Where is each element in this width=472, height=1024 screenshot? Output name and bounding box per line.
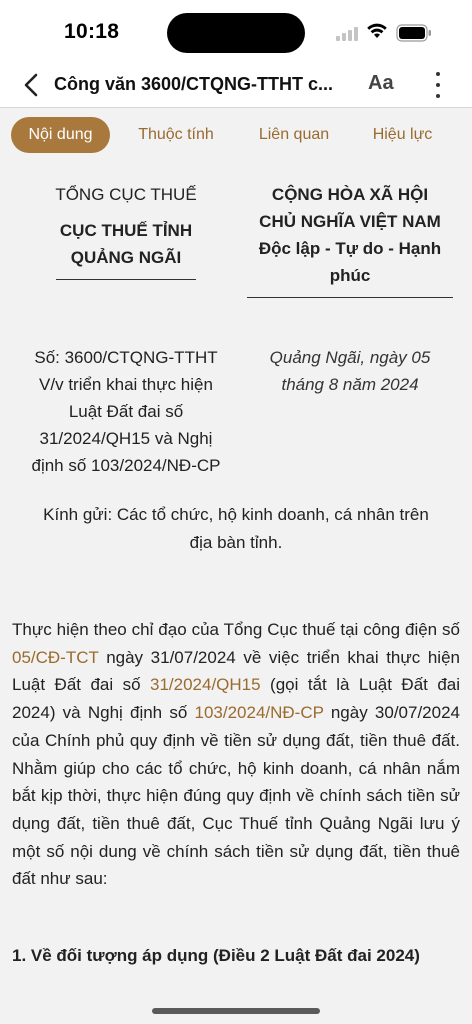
reference-subject-4: định số 103/2024/NĐ-CP [31,456,221,475]
chevron-left-icon [24,73,38,97]
reference-subject-3: 31/2024/QH15 và Nghị [39,429,213,448]
font-size-button[interactable]: Aa [368,72,394,95]
reference-number: Số: 3600/CTQNG-TTHT [34,348,218,367]
motto-line1: Độc lập - Tự do - Hạnh [258,239,442,258]
issuer-name-line1: CỤC THUẾ TỈNH [59,221,193,240]
body-text-4: ngày 30/07/2024 của Chính phủ quy định v… [12,703,461,889]
nation-line2: CHỦ NGHĨA VIỆT NAM [259,212,441,231]
issuer-name-line2: QUẢNG NGÃI [70,248,182,267]
cellular-signal-icon [336,27,358,41]
tab-thuoc-tinh[interactable]: Thuộc tính [126,117,226,153]
status-time: 10:18 [64,20,120,43]
link-luat-dat-dai[interactable]: 31/2024/QH15 [150,675,261,694]
issuer-parent: TỔNG CỤC THUẾ [55,185,197,204]
reference-subject-1: V/v triển khai thực hiện [39,375,213,394]
tab-hieu-luc[interactable]: Hiệu lực [360,117,445,153]
section-1-heading: 1. Về đối tượng áp dụng (Điều 2 Luật Đất… [12,946,420,965]
navigation-bar: Công văn 3600/CTQNG-TTHT c... Aa [0,62,472,108]
tab-noi-dung[interactable]: Nội dung [11,117,110,153]
reference-subject-2: Luật Đất đai số [68,402,184,421]
recipient-line1: Kính gửi: Các tổ chức, hộ kinh doanh, cá… [43,505,429,524]
home-indicator[interactable] [152,1008,320,1014]
more-vertical-icon [436,72,440,76]
more-options-button[interactable] [428,70,448,100]
body-paragraph: Thực hiện theo chỉ đạo của Tổng Cục thuế… [12,616,460,893]
recipient: Kính gửi: Các tổ chức, hộ kinh doanh, cá… [12,501,460,557]
battery-icon [396,24,432,42]
recipient-line2: địa bàn tỉnh. [189,533,283,552]
date-block: Quảng Ngãi, ngày 05 tháng 8 năm 2024 [240,344,460,398]
reference-block: Số: 3600/CTQNG-TTHT V/v triển khai thực … [12,344,240,479]
issuer-divider [56,279,196,280]
tab-lien-quan[interactable]: Liên quan [244,117,344,153]
date-line2: tháng 8 năm 2024 [281,375,419,394]
status-bar: 10:18 [0,0,472,62]
issuer-block: TỔNG CỤC THUẾ CỤC THUẾ TỈNH QUẢNG NGÃI [12,181,240,280]
motto-line2: phúc [329,266,371,285]
back-button[interactable] [18,70,44,100]
link-cong-dien-05[interactable]: 05/CĐ-TCT [12,648,99,667]
nation-line1: CỘNG HÒA XÃ HỘI [271,185,429,204]
wifi-icon [366,22,388,40]
date-line1: Quảng Ngãi, ngày 05 [269,348,431,367]
tab-bar: Nội dung Thuộc tính Liên quan Hiệu lực [0,108,472,164]
body-text-1: Thực hiện theo chỉ đạo của Tổng Cục thuế… [12,620,460,639]
document-title: Công văn 3600/CTQNG-TTHT c... [54,74,334,94]
document-content[interactable]: TỔNG CỤC THUẾ CỤC THUẾ TỈNH QUẢNG NGÃI C… [0,164,472,1004]
dynamic-island [167,13,305,53]
link-nghi-dinh-103[interactable]: 103/2024/NĐ-CP [195,703,324,722]
nation-divider [247,297,453,298]
nation-block: CỘNG HÒA XÃ HỘI CHỦ NGHĨA VIỆT NAM Độc l… [240,181,460,298]
